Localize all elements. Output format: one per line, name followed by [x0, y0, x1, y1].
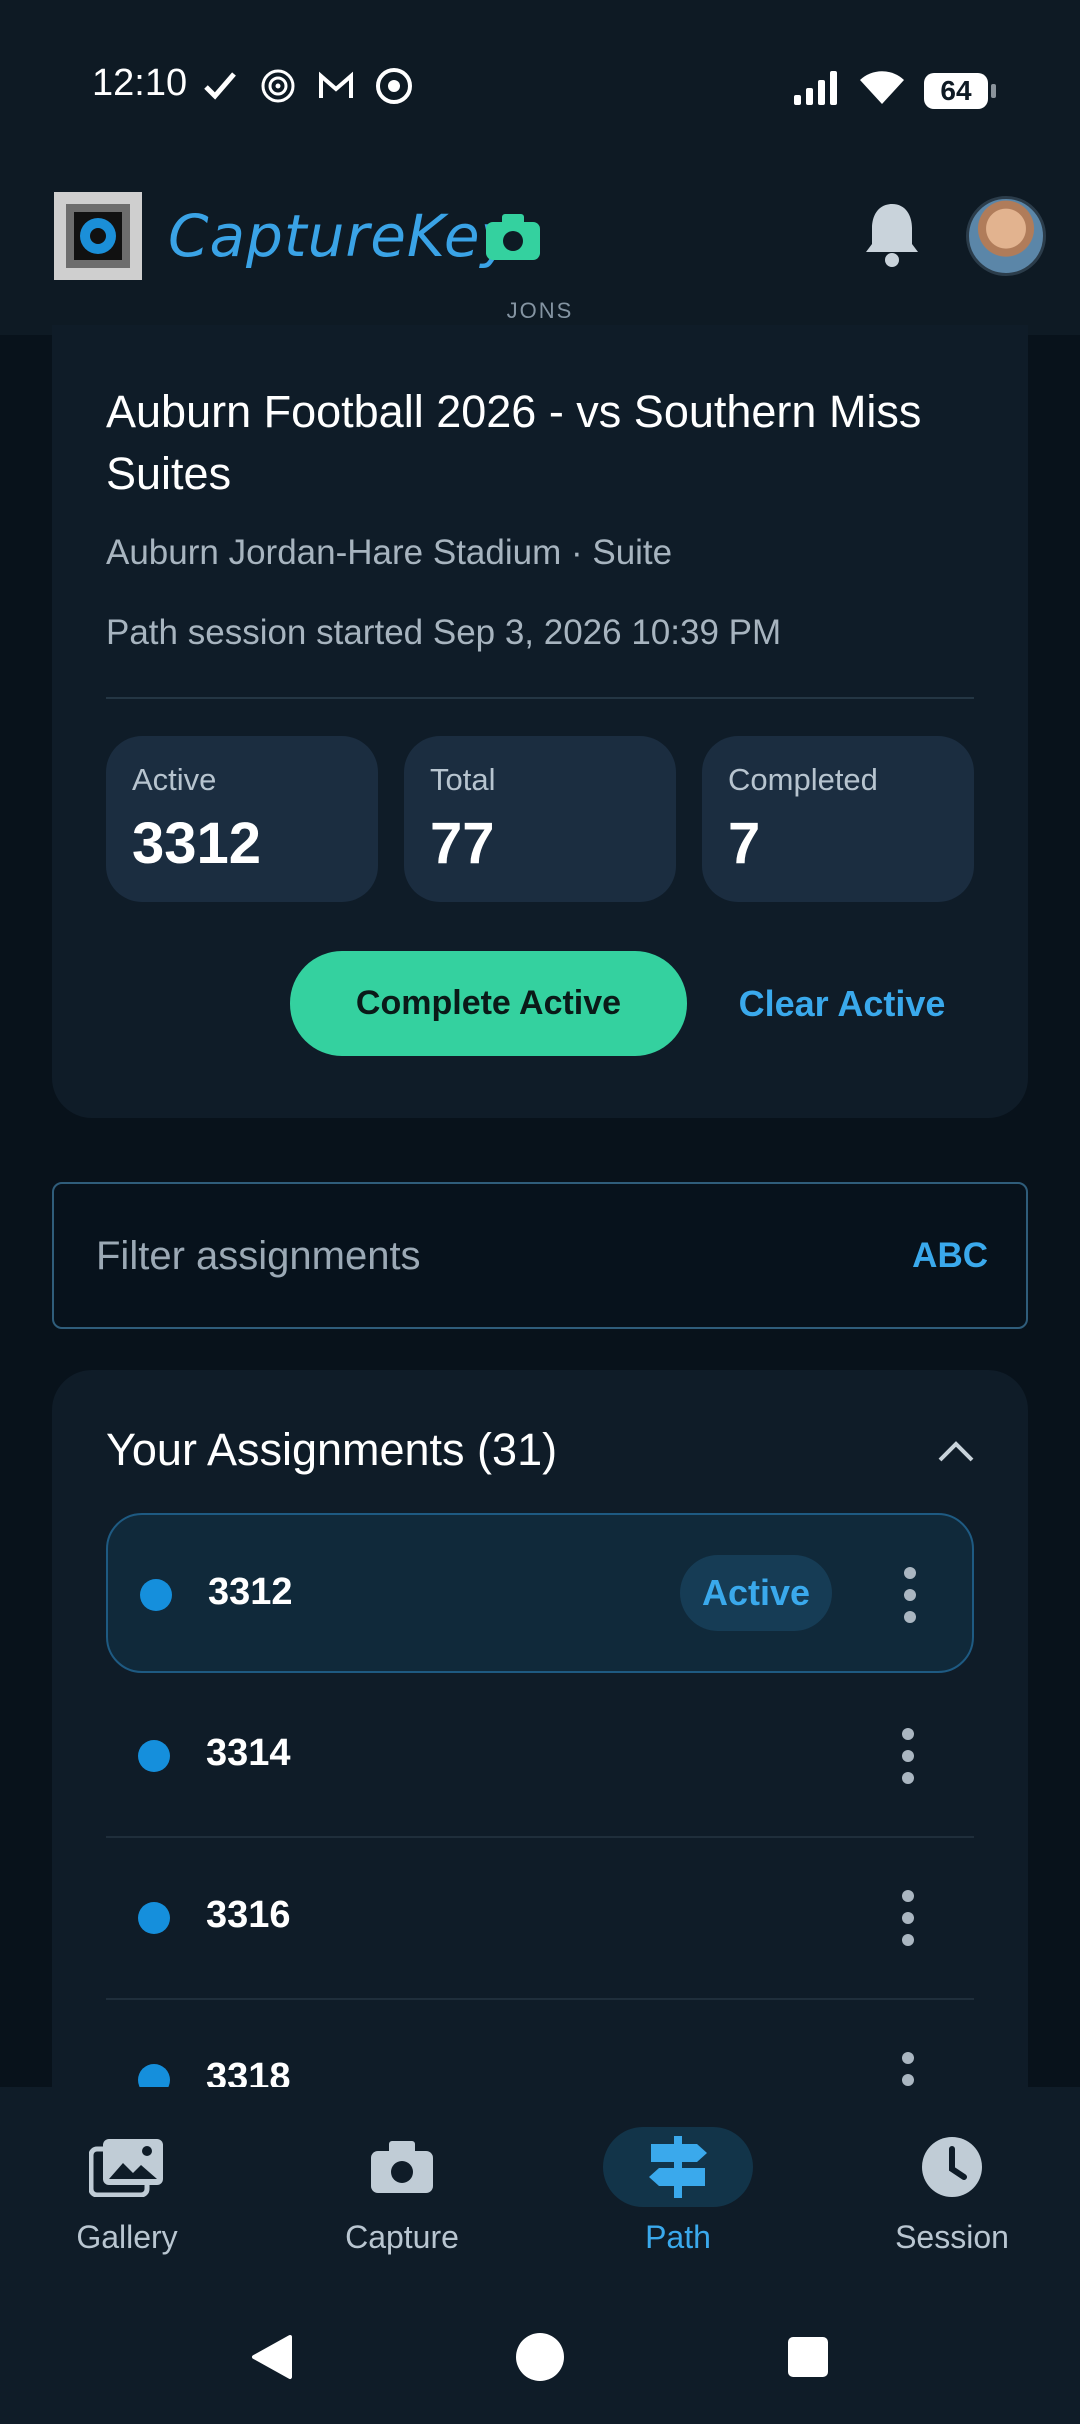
check-icon	[200, 66, 240, 106]
target-app-icon	[258, 66, 298, 106]
battery-indicator: 64	[924, 72, 996, 109]
back-icon[interactable]	[248, 2333, 294, 2381]
stat-value: 77	[430, 811, 495, 876]
status-bar: 12:10 64	[0, 0, 1080, 170]
assignment-number: 3312	[208, 1571, 293, 1613]
nav-label: Session	[895, 2219, 1009, 2255]
clock-icon	[902, 2127, 1002, 2207]
stat-label: Total	[430, 762, 496, 797]
sort-mode-toggle[interactable]: ABC	[912, 1236, 988, 1276]
clear-active-button[interactable]: Clear Active	[732, 951, 952, 1056]
assignments-title: Your Assignments (31)	[106, 1424, 558, 1475]
assignment-number: 3316	[206, 1894, 291, 1936]
brand-name: CaptureKey	[168, 202, 516, 270]
nav-label: Gallery	[76, 2219, 178, 2255]
notifications-bell-icon[interactable]	[862, 200, 922, 270]
session-start-time: Path session started Sep 3, 2026 10:39 P…	[106, 613, 782, 652]
status-dot	[138, 1902, 170, 1934]
complete-active-button[interactable]: Complete Active	[290, 951, 687, 1056]
more-options-icon[interactable]	[898, 1565, 922, 1625]
assignment-row[interactable]: 3312 Active	[106, 1513, 974, 1673]
collapse-chevron-up-icon[interactable]	[936, 1436, 976, 1466]
session-venue: Auburn Jordan-Hare Stadium · Suite	[106, 533, 673, 572]
aperture-app-icon	[374, 66, 414, 106]
gallery-icon	[77, 2127, 177, 2207]
nav-label: Capture	[345, 2219, 459, 2255]
camera-status-icon[interactable]	[484, 212, 542, 262]
wifi-icon	[860, 70, 904, 111]
status-time: 12:10	[92, 62, 188, 104]
filter-placeholder: Filter assignments	[96, 1234, 421, 1278]
system-status-icons: 64	[794, 70, 996, 111]
stat-active: Active 3312	[106, 736, 378, 902]
nav-label: Path	[645, 2219, 711, 2255]
user-tag: JONS	[506, 298, 574, 323]
stat-label: Completed	[728, 762, 878, 797]
gmail-icon	[316, 66, 356, 106]
assignment-row[interactable]: 3314	[106, 1676, 974, 1838]
recents-icon[interactable]	[788, 2337, 828, 2377]
more-options-icon[interactable]	[896, 1726, 920, 1786]
divider	[106, 697, 974, 699]
session-card: Auburn Football 2026 - vs Southern Miss …	[52, 325, 1028, 1118]
nav-gallery[interactable]: Gallery	[27, 2127, 227, 2277]
bottom-navigation: Gallery Capture Path Session	[0, 2087, 1080, 2297]
camera-icon	[352, 2127, 452, 2207]
signal-icon	[794, 71, 840, 110]
user-avatar[interactable]	[966, 196, 1046, 276]
assignments-card: Your Assignments (31) 3312 Active 3314 3…	[52, 1370, 1028, 2090]
nav-session[interactable]: Session	[852, 2127, 1052, 2277]
system-navigation-bar	[0, 2297, 1080, 2424]
notification-icons	[200, 66, 414, 106]
app-logo-icon	[52, 190, 144, 282]
stat-label: Active	[132, 762, 217, 797]
filter-assignments-input[interactable]: Filter assignments ABC	[52, 1182, 1028, 1329]
nav-capture[interactable]: Capture	[302, 2127, 502, 2277]
assignment-number: 3318	[206, 2056, 291, 2090]
status-dot	[140, 1579, 172, 1611]
signpost-icon	[603, 2127, 753, 2207]
assignment-row[interactable]: 3316	[106, 1838, 974, 2000]
status-dot	[138, 1740, 170, 1772]
stat-total: Total 77	[404, 736, 676, 902]
stat-completed: Completed 7	[702, 736, 974, 902]
stat-value: 7	[728, 811, 761, 876]
home-icon[interactable]	[516, 2333, 564, 2381]
active-badge: Active	[680, 1555, 832, 1631]
assignment-row[interactable]: 3318	[106, 2000, 974, 2090]
nav-path[interactable]: Path	[578, 2127, 778, 2277]
app-header: CaptureKey JONS	[0, 170, 1080, 335]
session-title: Auburn Football 2026 - vs Southern Miss …	[106, 386, 922, 499]
stat-value: 3312	[132, 811, 262, 876]
more-options-icon[interactable]	[896, 1888, 920, 1948]
assignment-number: 3314	[206, 1732, 291, 1774]
more-options-icon[interactable]	[896, 2050, 920, 2090]
